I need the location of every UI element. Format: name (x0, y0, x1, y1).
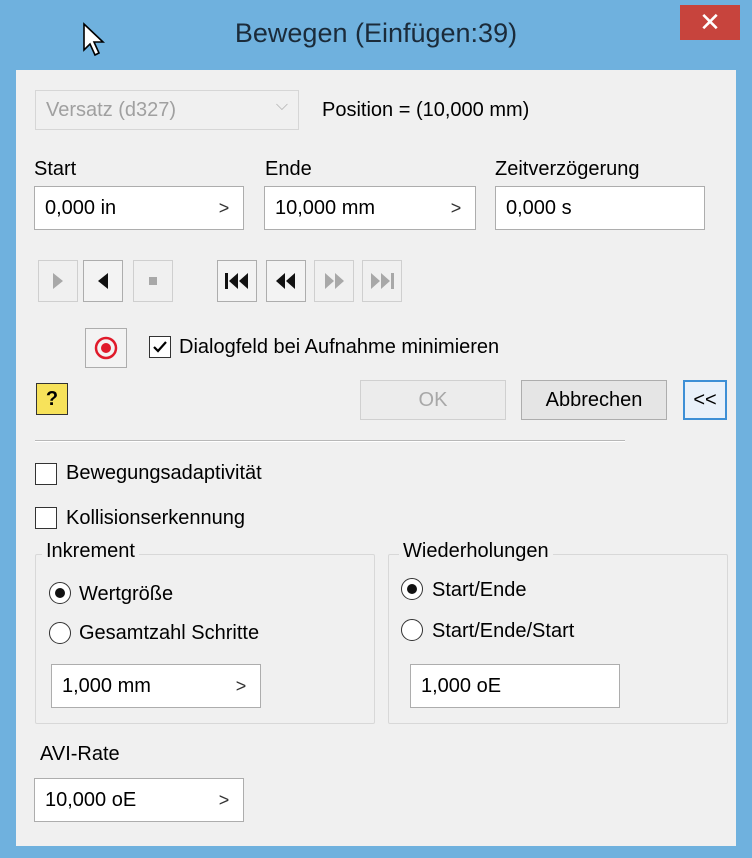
end-field[interactable]: 10,000 mm > (264, 186, 476, 230)
repetitions-start-end-start-label: Start/Ende/Start (432, 620, 575, 642)
dialog-body: Versatz (d327) ⌵ Position = (10,000 mm) … (16, 70, 736, 846)
avi-rate-label: AVI-Rate (40, 743, 120, 765)
close-button[interactable]: ✕ (680, 5, 740, 40)
avi-rate-value: 10,000 oE (45, 788, 137, 811)
forward-to-end-icon (371, 273, 394, 289)
end-arrow-button[interactable]: > (437, 187, 475, 229)
rewind-to-start-icon (225, 273, 248, 289)
delay-label: Zeitverzögerung (495, 158, 640, 180)
help-icon: ? (45, 387, 59, 410)
minimize-label: Dialogfeld bei Aufnahme minimieren (179, 336, 500, 358)
increment-value-label: Wertgröße (79, 583, 174, 605)
increment-value: 1,000 mm (62, 674, 151, 697)
step-forward-icon (325, 273, 344, 289)
chevron-down-icon: ⌵ (275, 97, 288, 114)
rewind-to-start-button[interactable] (217, 260, 257, 302)
play-forward-button[interactable] (38, 260, 78, 302)
dialog-window: Bewegen (Einfügen:39) ✕ Versatz (d327) ⌵… (0, 0, 752, 858)
forward-to-end-button[interactable] (362, 260, 402, 302)
step-back-icon (276, 273, 295, 289)
title-bar[interactable]: Bewegen (Einfügen:39) ✕ (0, 0, 752, 70)
minimize-checkbox[interactable] (149, 336, 171, 358)
play-reverse-icon (98, 273, 108, 289)
record-button[interactable] (85, 328, 127, 368)
help-button[interactable]: ? (36, 383, 68, 415)
avi-rate-arrow-button[interactable]: > (205, 779, 243, 821)
end-value: 10,000 mm (275, 196, 376, 219)
step-forward-button[interactable] (314, 260, 354, 302)
position-readout: Position = (10,000 mm) (322, 99, 530, 121)
play-forward-icon (53, 273, 63, 289)
start-arrow-button[interactable]: > (205, 187, 243, 229)
play-reverse-button[interactable] (83, 260, 123, 302)
increment-value-radio[interactable] (49, 582, 71, 604)
repetitions-group-title: Wiederholungen (399, 540, 553, 563)
collision-checkbox[interactable] (35, 507, 57, 529)
stop-icon (149, 277, 157, 285)
cancel-button[interactable]: Abbrechen (521, 380, 667, 420)
start-field[interactable]: 0,000 in > (34, 186, 244, 230)
start-value: 0,000 in (45, 196, 117, 219)
repetitions-value-field[interactable]: 1,000 oE (410, 664, 620, 708)
collapse-label: << (693, 388, 717, 411)
delay-value: 0,000 s (506, 196, 572, 219)
constraint-dropdown-value: Versatz (d327) (46, 98, 177, 121)
increment-value-field[interactable]: 1,000 mm > (51, 664, 261, 708)
window-title: Bewegen (Einfügen:39) (234, 18, 518, 48)
cancel-label: Abbrechen (545, 388, 643, 411)
delay-field[interactable]: 0,000 s (495, 186, 705, 230)
ok-button[interactable]: OK (360, 380, 506, 420)
avi-rate-field[interactable]: 10,000 oE > (34, 778, 244, 822)
constraint-dropdown[interactable]: Versatz (d327) ⌵ (35, 90, 299, 130)
end-label: Ende (265, 158, 312, 180)
repetitions-value: 1,000 oE (421, 674, 502, 697)
checkmark-icon (153, 341, 167, 353)
repetitions-start-end-label: Start/Ende (432, 579, 527, 601)
increment-steps-label: Gesamtzahl Schritte (79, 622, 260, 644)
collision-label: Kollisionserkennung (66, 507, 246, 529)
ok-label: OK (418, 388, 448, 411)
increment-steps-radio[interactable] (49, 622, 71, 644)
collapse-button[interactable]: << (683, 380, 727, 420)
adaptivity-label: Bewegungsadaptivität (66, 462, 262, 484)
repetitions-start-end-radio[interactable] (401, 578, 423, 600)
divider (35, 440, 625, 442)
adaptivity-checkbox[interactable] (35, 463, 57, 485)
increment-group-title: Inkrement (42, 540, 139, 563)
step-back-button[interactable] (266, 260, 306, 302)
record-icon (94, 336, 118, 360)
increment-arrow-button[interactable]: > (222, 665, 260, 707)
repetitions-start-end-start-radio[interactable] (401, 619, 423, 641)
stop-button[interactable] (133, 260, 173, 302)
start-label: Start (34, 158, 77, 180)
